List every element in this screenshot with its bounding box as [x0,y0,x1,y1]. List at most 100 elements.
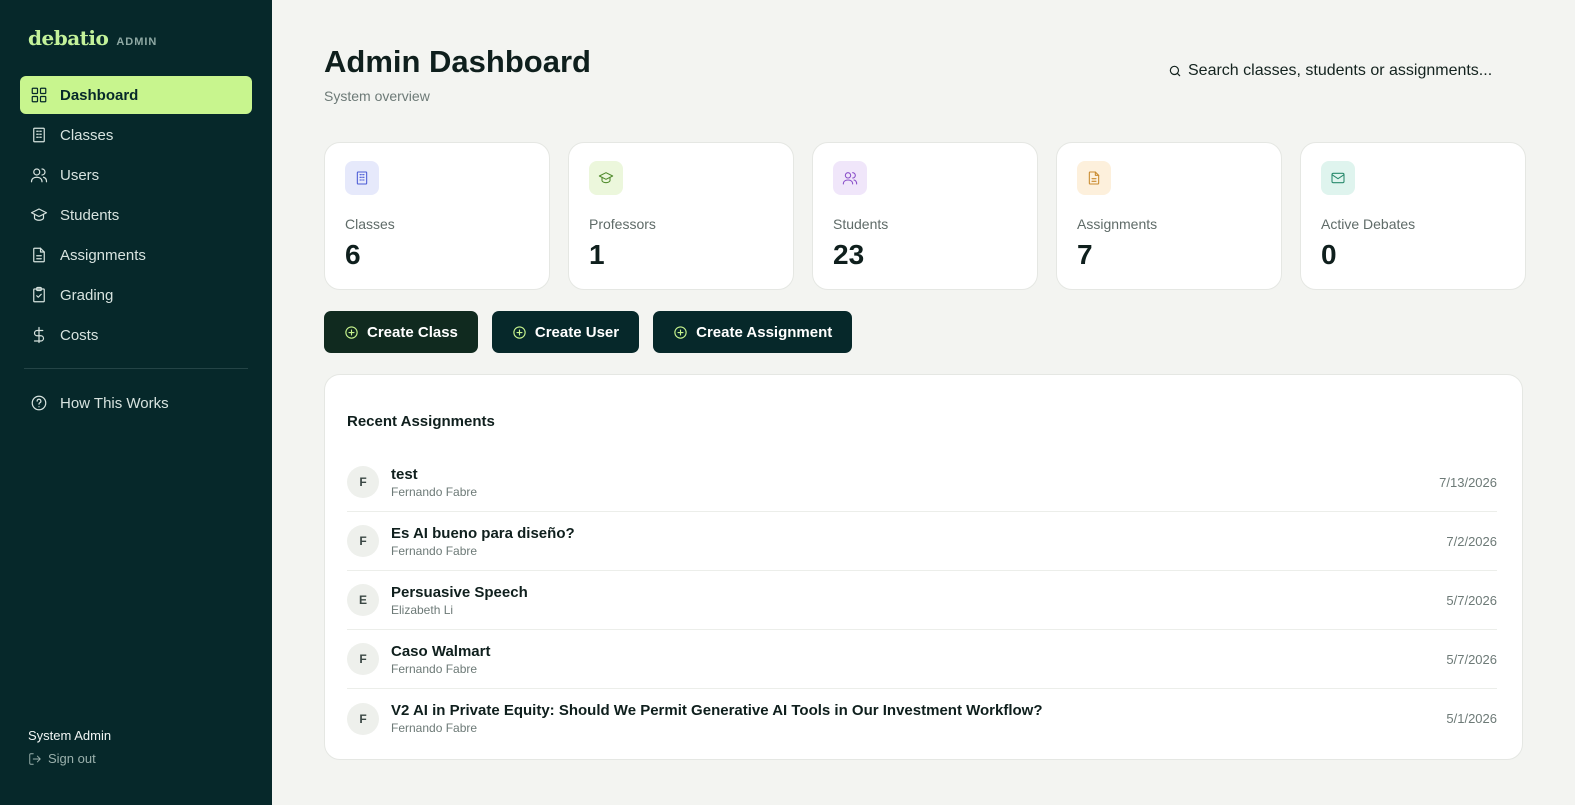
assignment-date: 5/7/2026 [1446,592,1497,608]
recent-assignments-list: F test Fernando Fabre 7/13/2026 F Es AI … [347,453,1497,748]
assignment-author: Fernando Fabre [391,484,478,499]
stat-card-active-debates: Active Debates 0 [1300,142,1526,290]
assignment-title: Persuasive Speech [391,583,528,601]
user-name: System Admin [28,728,112,743]
stats-row: Classes 6 Professors 1 Students 23 Assig… [324,142,1526,290]
sidebar-item-students[interactable]: Students [20,196,252,234]
assignment-title: Caso Walmart [391,642,491,660]
mail-icon [1331,172,1345,184]
stat-label: Students [833,216,889,232]
sign-out-button[interactable]: Sign out [28,751,111,766]
assignment-title: Es AI bueno para diseño? [391,524,575,542]
graduation-cap-icon [598,172,614,184]
sidebar-item-classes[interactable]: Classes [20,116,252,154]
assignment-author: Elizabeth Li [391,602,454,617]
stat-value: 0 [1321,239,1337,270]
sign-out-icon [29,752,41,765]
brand-tag: ADMIN [116,36,158,48]
assignment-date: 7/2/2026 [1446,533,1497,549]
assignment-date: 5/1/2026 [1446,711,1497,726]
stat-icon-wrap [1321,161,1355,195]
avatar: F [347,466,379,498]
sidebar-item-label: Classes [60,126,114,144]
list-item[interactable]: F Es AI bueno para diseño? Fernando Fabr… [347,512,1497,571]
brand[interactable]: debatio ADMIN [28,26,157,50]
assignment-author: Fernando Fabre [391,543,478,558]
sidebar-item-assignments[interactable]: Assignments [20,236,252,274]
action-buttons: Create Class Create User Create Assignme… [324,311,853,353]
page-subtitle: System overview [324,88,430,104]
sign-out-label: Sign out [48,751,96,766]
stat-card-professors: Professors 1 [568,142,794,290]
stat-icon-wrap [345,161,379,195]
assignment-title: V2 AI in Private Equity: Should We Permi… [391,702,1043,719]
stat-label: Assignments [1077,216,1158,232]
recent-assignments-card: Recent Assignments F test Fernando Fabre… [324,374,1523,760]
stat-card-classes: Classes 6 [324,142,550,290]
sidebar-item-label: Costs [60,326,99,344]
users-icon [842,172,858,185]
search-icon [1169,65,1181,77]
create-user-label: Create User [534,323,620,341]
sidebar-nav: Dashboard Classes Users Students Assignm… [20,76,252,356]
avatar: F [347,702,379,735]
sidebar-item-users[interactable]: Users [20,156,252,194]
create-class-button[interactable]: Create Class [324,311,478,353]
page-title: Admin Dashboard [324,44,591,79]
sidebar-item-label: Students [60,206,120,224]
assignment-date: 7/13/2026 [1439,474,1497,490]
help-circle-icon [31,395,47,411]
user-block: System Admin Sign out [28,728,111,766]
list-item[interactable]: F test Fernando Fabre 7/13/2026 [347,453,1497,512]
clipboard-check-icon [33,286,45,303]
stat-card-students: Students 23 [812,142,1038,290]
list-item[interactable]: F V2 AI in Private Equity: Should We Per… [347,689,1497,748]
stat-value: 23 [833,239,865,270]
avatar: F [347,643,379,675]
grid-icon [31,87,47,103]
stat-label: Professors [589,216,656,232]
building-icon [33,127,45,143]
file-icon [1088,171,1100,185]
stat-icon-wrap [833,161,867,195]
assignment-date: 5/7/2026 [1446,651,1497,667]
building-icon [356,171,368,185]
sidebar: debatio ADMIN Dashboard Classes Users St… [0,0,272,805]
avatar: F [347,525,379,557]
sidebar-item-label: Dashboard [60,86,139,104]
create-assignment-button[interactable]: Create Assignment [653,311,853,353]
avatar: E [347,584,379,616]
sidebar-item-label: Users [60,166,100,184]
stat-label: Classes [345,216,395,232]
dollar-icon [33,326,45,344]
sidebar-item-grading[interactable]: Grading [20,276,252,314]
stat-card-assignments: Assignments 7 [1056,142,1282,290]
stat-value: 6 [345,239,361,270]
stat-value: 1 [589,239,605,270]
sidebar-item-costs[interactable]: Costs [20,316,252,354]
list-item[interactable]: F Caso Walmart Fernando Fabre 5/7/2026 [347,630,1497,689]
list-item[interactable]: E Persuasive Speech Elizabeth Li 5/7/202… [347,571,1497,630]
file-icon [33,247,45,263]
search-input[interactable]: Search classes, students or assignments.… [1168,62,1492,80]
sidebar-divider [24,368,248,369]
stat-value: 7 [1077,239,1093,270]
assignment-author: Fernando Fabre [391,721,478,735]
sidebar-item-label: Grading [60,286,114,304]
users-icon [30,168,48,183]
create-assignment-label: Create Assignment [696,323,833,341]
assignment-author: Fernando Fabre [391,661,478,676]
graduation-cap-icon [30,208,48,221]
sidebar-item-label: How This Works [60,394,169,412]
create-user-button[interactable]: Create User [491,311,640,353]
recent-assignments-title: Recent Assignments [347,413,495,430]
stat-icon-wrap [1077,161,1111,195]
create-class-label: Create Class [367,323,458,341]
stat-label: Active Debates [1321,216,1416,232]
sidebar-item-label: Assignments [60,246,146,264]
plus-circle-icon [674,325,687,339]
plus-circle-icon [345,325,358,339]
brand-logo[interactable]: debatio [28,26,109,50]
sidebar-item-dashboard[interactable]: Dashboard [20,76,252,114]
sidebar-item-how-this-works[interactable]: How This Works [20,384,252,422]
